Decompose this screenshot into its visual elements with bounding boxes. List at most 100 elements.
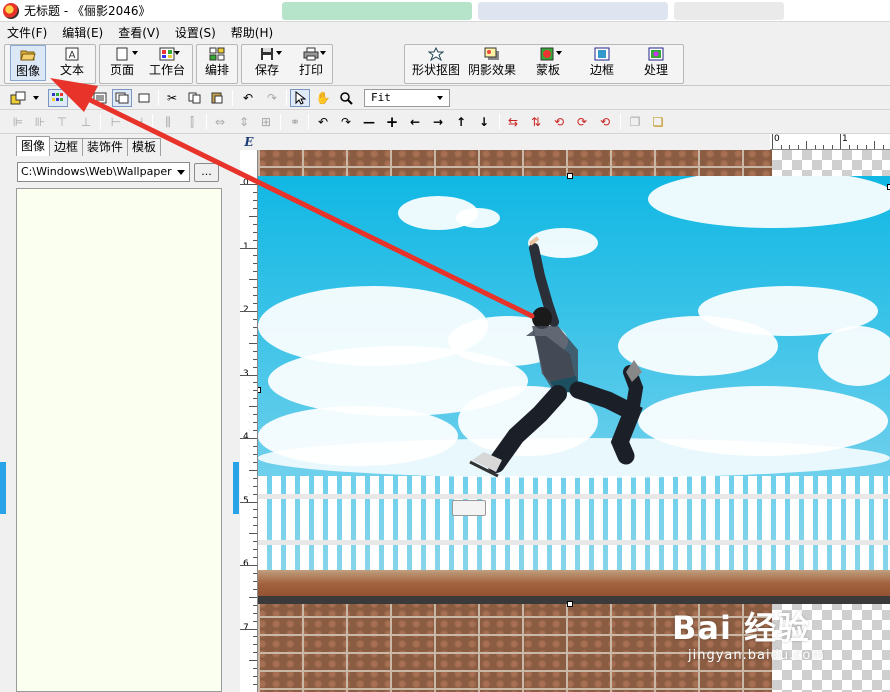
ruler-tick (240, 247, 257, 249)
menu-help[interactable]: 帮助(H) (224, 24, 281, 41)
select-tool-button[interactable] (290, 89, 310, 107)
shadow-effect-icon (484, 47, 500, 61)
grid-view-button[interactable] (48, 89, 68, 107)
align-bottom-button[interactable]: ⊥ (76, 113, 96, 131)
edit-toolbar: ✂ ↶ ↷ ✋ Fit (0, 86, 890, 110)
rotate-right-icon: ↷ (340, 115, 352, 129)
floppy-disk-icon (259, 47, 275, 61)
move-down-button[interactable]: ↓ (474, 113, 494, 131)
chevron-down-icon[interactable] (33, 96, 39, 100)
tab-image[interactable]: 图像 (16, 136, 51, 156)
process-button[interactable]: 处理 (638, 45, 674, 81)
move-left-button[interactable]: ← (405, 113, 425, 131)
shape-frame-button[interactable]: 形状抠图 (410, 45, 462, 81)
cut-button[interactable]: ✂ (162, 89, 182, 107)
background-window-tab (282, 2, 472, 20)
resize-handle-bottom[interactable] (567, 601, 573, 607)
save-button[interactable]: 保存 (249, 45, 285, 81)
panel-splitter-handle[interactable] (233, 462, 239, 514)
flip-v-button[interactable]: ⇅ (526, 113, 546, 131)
tab-border[interactable]: 边框 (49, 138, 84, 156)
menu-edit[interactable]: 编辑(E) (55, 24, 111, 41)
center-h-button[interactable]: ⫼ (158, 113, 178, 131)
link-button[interactable]: ⚭ (285, 113, 305, 131)
ruler-tick (253, 612, 257, 614)
minus-icon: — (363, 115, 375, 129)
file-list[interactable] (16, 188, 222, 692)
scissors-icon: ✂ (166, 91, 178, 105)
workbench-button[interactable]: 工作台 (146, 45, 188, 81)
distribute-h-button[interactable]: ⊢ (106, 113, 126, 131)
free-rotate-icon: ⟲ (599, 115, 611, 129)
center-v-button[interactable]: ⫿ (182, 113, 202, 131)
tab-templates[interactable]: 模板 (127, 138, 162, 156)
same-size-button[interactable]: ⊞ (256, 113, 276, 131)
distribute-v-button[interactable]: ⊣ (128, 113, 148, 131)
ruler-tick (253, 303, 257, 305)
resize-handle-top[interactable] (567, 173, 573, 179)
overlay-button[interactable] (112, 89, 132, 107)
align-left-button[interactable]: ⊫ (8, 113, 28, 131)
copy-button[interactable] (185, 89, 205, 107)
menu-file[interactable]: 文件(F) (0, 24, 55, 41)
shrink-button[interactable]: — (359, 113, 379, 131)
move-up-button[interactable]: ↑ (451, 113, 471, 131)
photo-layer[interactable] (258, 176, 890, 604)
align-top-button[interactable]: ⊤ (52, 113, 72, 131)
left-collapse-handle[interactable] (0, 462, 6, 514)
rotate-left-button[interactable]: ↶ (313, 113, 333, 131)
ruler-tick (253, 453, 257, 455)
menu-settings[interactable]: 设置(S) (168, 24, 224, 41)
redo-button[interactable]: ↷ (262, 89, 282, 107)
hand-tool-button[interactable]: ✋ (313, 89, 333, 107)
shape-frame-button-label: 形状抠图 (411, 63, 460, 77)
zoom-tool-button[interactable] (336, 89, 356, 107)
zoom-level-select[interactable]: Fit (364, 89, 450, 107)
align-right-button[interactable]: ⊪ (30, 113, 50, 131)
paste-button[interactable] (207, 89, 227, 107)
rotate-90-button[interactable]: ⟲ (549, 113, 569, 131)
ruler-tick (772, 134, 773, 149)
menu-view[interactable]: 查看(V) (111, 24, 168, 41)
free-rotate-button[interactable]: ⟲ (595, 113, 615, 131)
shadow-button-label: 阴影效果 (467, 63, 516, 77)
text-button[interactable]: A 文本 (56, 45, 88, 81)
preview-button[interactable] (90, 89, 110, 107)
rotate-180-button[interactable]: ⟳ (572, 113, 592, 131)
insert-object-button[interactable] (8, 89, 28, 107)
align-bottom-icon: ⊥ (80, 115, 92, 129)
print-button[interactable]: 打印 (293, 45, 329, 81)
frame-button[interactable] (134, 89, 154, 107)
layout-button[interactable]: 编排 (200, 45, 234, 81)
same-width-button[interactable]: ⇔ (210, 113, 230, 131)
distribute-horizontal-icon: ⊢ (110, 115, 122, 129)
mask-button[interactable]: 蒙板 (526, 45, 570, 81)
image-button[interactable]: 图像 (10, 45, 46, 81)
shadow-button[interactable]: 阴影效果 (466, 45, 518, 81)
ruler-tick (240, 628, 257, 630)
ruler-label: 1 (243, 241, 249, 252)
page-icon (114, 47, 130, 61)
flip-h-button[interactable]: ⇆ (503, 113, 523, 131)
folder-path-select[interactable]: C:\Windows\Web\Wallpaper (17, 162, 190, 182)
ruler-tick (249, 533, 257, 535)
ruler-label: 1 (842, 134, 848, 144)
browse-folder-button[interactable]: ... (194, 163, 219, 182)
rotate-right-button[interactable]: ↷ (336, 113, 356, 131)
mask-icon (540, 47, 556, 61)
ruler-tick (240, 438, 257, 439)
enlarge-button[interactable]: + (382, 113, 402, 131)
tab-decorations[interactable]: 装饰件 (82, 138, 129, 156)
same-height-button[interactable]: ⇕ (234, 113, 254, 131)
ruler-tick (831, 145, 833, 149)
border-button[interactable]: 边框 (584, 45, 620, 81)
ruler-unit-corner[interactable]: E (240, 134, 258, 150)
page-button[interactable]: 页面 (105, 45, 139, 81)
move-right-button[interactable]: → (428, 113, 448, 131)
bring-front-button[interactable]: ❏ (648, 113, 668, 131)
send-back-button[interactable]: ❐ (625, 113, 645, 131)
same-size-icon: ⊞ (260, 115, 272, 129)
flip-vertical-icon: ⇅ (530, 115, 542, 129)
undo-button[interactable]: ↶ (238, 89, 258, 107)
resize-handle-left[interactable] (258, 387, 261, 393)
